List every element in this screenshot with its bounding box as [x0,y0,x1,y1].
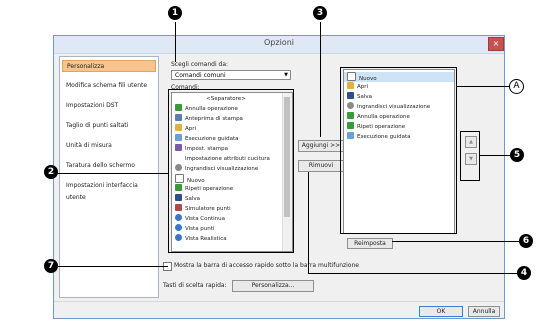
cancel-button[interactable]: Annulla [468,306,500,317]
callout-1-line [175,22,176,62]
callout-6: 6 [519,234,533,248]
category-list: Personalizza Modifica schema fili utente… [59,56,159,298]
callout-3: 3 [313,6,327,20]
callout-4-line-h [308,273,517,274]
move-buttons-highlight [460,131,480,181]
category-punti-saltati[interactable]: Taglio di punti saltati [62,120,156,132]
category-schema-fili[interactable]: Modifica schema fili utente [62,80,156,92]
callout-4: 4 [517,266,531,280]
close-button[interactable]: × [488,37,504,51]
callout-a-line [457,86,509,87]
category-unita-misura[interactable]: Unità di misura [62,140,156,152]
callout-5-line [480,155,510,156]
callout-7-line [58,266,168,267]
callout-2-line [57,173,169,174]
customize-shortcuts-button[interactable]: Personalizza... [232,280,314,292]
callout-7: 7 [44,259,58,273]
add-button[interactable]: Aggiungi >> [298,140,344,152]
category-dst[interactable]: Impostazioni DST [62,100,156,112]
callout-a: A [509,79,524,94]
commands-source-select[interactable]: Comandi comuni ▼ [171,70,291,80]
title-bar: Opzioni × [54,36,504,54]
dialog-title: Opzioni [264,38,294,47]
ok-button[interactable]: OK [419,306,463,317]
callout-6-line [392,241,519,242]
choose-commands-label: Scegli comandi da: [171,61,229,68]
category-personalizza[interactable]: Personalizza [62,60,156,72]
remove-button[interactable]: Rimuovi [298,160,344,172]
callout-3-line [320,22,321,137]
reset-button[interactable]: Reimposta [347,238,393,249]
footer-divider [54,301,504,302]
commands-list-highlight [168,89,294,253]
callout-1: 1 [168,6,182,20]
quick-access-highlight [340,67,457,234]
chevron-down-icon: ▼ [284,72,288,78]
shortcuts-label: Tasti di scelta rapida: [163,282,227,289]
checkbox-label: Mostra la barra di accesso rapido sotto … [174,262,359,269]
category-taratura[interactable]: Taratura dello schermo [62,160,156,172]
callout-4-line-v [308,172,309,273]
callout-2: 2 [44,165,58,179]
commands-source-value: Comandi comuni [175,72,226,79]
callout-5: 5 [510,148,524,162]
category-interfaccia[interactable]: Impostazioni interfaccia utente [62,180,156,201]
